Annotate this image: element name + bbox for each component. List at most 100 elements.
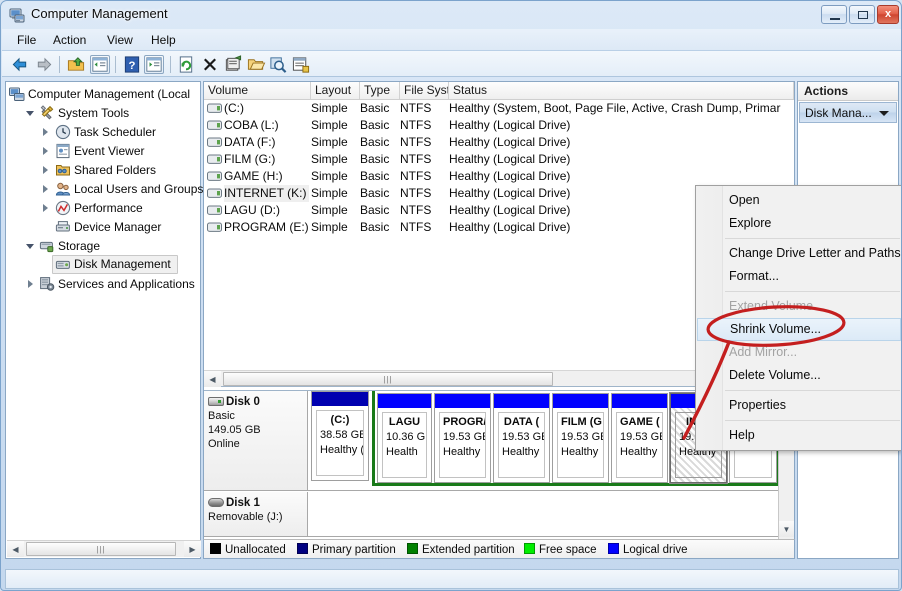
tree-node-task-scheduler[interactable]: Task Scheduler bbox=[9, 123, 197, 141]
tree-node-event-viewer[interactable]: Event Viewer bbox=[9, 142, 197, 160]
export-list-icon[interactable] bbox=[291, 55, 311, 74]
tree-node-shared-folders[interactable]: Shared Folders bbox=[9, 161, 197, 179]
tree-node-computer-management[interactable]: Computer Management (Local bbox=[9, 85, 197, 103]
scroll-down-arrow[interactable]: ▼ bbox=[779, 521, 794, 537]
table-row[interactable]: (C:) Simple Basic NTFS Healthy (System, … bbox=[204, 100, 794, 117]
partition-lagu[interactable]: LAGU 10.36 G Health bbox=[377, 393, 432, 483]
context-menu-item-help[interactable]: Help bbox=[696, 424, 901, 447]
column-header-volume[interactable]: Volume bbox=[204, 82, 311, 99]
partition-data[interactable]: DATA ( 19.53 GE Healthy bbox=[493, 393, 550, 483]
open-folder-icon[interactable] bbox=[246, 55, 266, 74]
legend-unallocated: Unallocated bbox=[210, 543, 286, 557]
context-menu-item-add-mirror: Add Mirror... bbox=[729, 345, 798, 359]
tree-node-system-tools[interactable]: System Tools bbox=[9, 104, 197, 122]
partition-label: LAGU bbox=[388, 416, 421, 428]
menu-action[interactable]: Action bbox=[46, 32, 93, 49]
scrollbar-thumb[interactable]: ||| bbox=[26, 542, 176, 556]
context-menu-item-delete-volume[interactable]: Delete Volume... bbox=[696, 364, 901, 387]
disk-type: Removable (J:) bbox=[208, 511, 283, 523]
cell-layout: Simple bbox=[311, 220, 348, 234]
cell-status: Healthy (Logical Drive) bbox=[449, 152, 571, 166]
context-menu-separator bbox=[725, 390, 900, 391]
disk-state: Online bbox=[208, 438, 240, 450]
table-row[interactable]: GAME (H:) Simple Basic NTFS Healthy (Log… bbox=[204, 168, 794, 185]
partition-body: GAME ( 19.53 GE Healthy bbox=[616, 412, 663, 478]
tree-node-label: System Tools bbox=[58, 106, 130, 120]
cell-layout: Simple bbox=[311, 135, 348, 149]
column-header-file-system[interactable]: File System bbox=[400, 82, 449, 99]
column-header-layout[interactable]: Layout bbox=[311, 82, 360, 99]
disk-row-0[interactable]: Disk 0 Basic 149.05 GB Online (C:) 38.58 bbox=[204, 391, 780, 491]
column-header-type[interactable]: Type bbox=[360, 82, 400, 99]
menu-help[interactable]: Help bbox=[144, 32, 183, 49]
partition-status: Healthy bbox=[502, 446, 540, 458]
scrollbar-thumb[interactable]: ||| bbox=[223, 372, 553, 386]
show-hide-action-pane-icon[interactable] bbox=[144, 55, 164, 74]
partition-film[interactable]: FILM (G 19.53 GE Healthy bbox=[552, 393, 609, 483]
cell-status: Healthy (Logical Drive) bbox=[449, 220, 571, 234]
chevron-down-icon[interactable] bbox=[26, 241, 36, 251]
tree-node-local-users-and-groups[interactable]: Local Users and Groups bbox=[9, 180, 203, 198]
scroll-left-arrow[interactable]: ◀ bbox=[204, 371, 221, 387]
cell-status: Healthy (Logical Drive) bbox=[449, 186, 571, 200]
cell-file-system: NTFS bbox=[400, 220, 432, 234]
cell-status: Healthy (System, Boot, Page File, Active… bbox=[449, 101, 781, 115]
up-folder-icon[interactable] bbox=[66, 55, 86, 74]
delete-icon[interactable] bbox=[200, 55, 220, 74]
computer-icon bbox=[9, 8, 25, 23]
tree-node-disk-management[interactable]: Disk Management bbox=[52, 255, 178, 274]
back-icon[interactable] bbox=[10, 55, 30, 74]
partition-program[interactable]: PROGR/ 19.53 GE Healthy bbox=[434, 393, 491, 483]
table-row[interactable]: FILM (G:) Simple Basic NTFS Healthy (Log… bbox=[204, 151, 794, 168]
maximize-button[interactable] bbox=[849, 5, 875, 24]
context-menu-item-explore[interactable]: Explore bbox=[696, 212, 901, 235]
partition-c[interactable]: (C:) 38.58 GB Healthy ( bbox=[311, 391, 369, 481]
chevron-right-icon[interactable] bbox=[41, 127, 51, 137]
actions-disk-management-dropdown[interactable]: Disk Mana... bbox=[799, 102, 897, 123]
partition-color-bar bbox=[553, 394, 608, 408]
menu-file[interactable]: File bbox=[10, 32, 43, 49]
scroll-left-arrow[interactable]: ◀ bbox=[7, 541, 24, 557]
show-hide-console-tree-icon[interactable] bbox=[90, 55, 110, 74]
chevron-down-icon[interactable] bbox=[26, 108, 36, 118]
chevron-right-icon[interactable] bbox=[41, 203, 51, 213]
close-button[interactable]: x bbox=[877, 5, 899, 24]
context-menu-item-properties[interactable]: Properties bbox=[696, 394, 901, 417]
legend-label: Primary partition bbox=[312, 544, 396, 556]
disk-row-1[interactable]: Disk 1 Removable (J:) bbox=[204, 492, 778, 537]
context-menu-item-open[interactable]: Open bbox=[696, 189, 901, 212]
chevron-right-icon[interactable] bbox=[41, 165, 51, 175]
search-icon[interactable] bbox=[268, 55, 288, 74]
refresh-icon[interactable] bbox=[176, 55, 196, 74]
cell-type: Basic bbox=[360, 203, 390, 217]
context-menu-item-format[interactable]: Format... bbox=[696, 265, 901, 288]
tree-node-device-manager[interactable]: Device Manager bbox=[9, 218, 197, 236]
partition-label: (C:) bbox=[330, 414, 350, 426]
tree-node-performance[interactable]: Performance bbox=[9, 199, 197, 217]
partition-color-bar bbox=[435, 394, 490, 408]
chevron-right-icon[interactable] bbox=[41, 146, 51, 156]
chevron-right-icon[interactable] bbox=[26, 279, 36, 289]
cell-volume: (C:) bbox=[224, 101, 244, 115]
context-menu: Open Explore Change Drive Letter and Pat… bbox=[695, 185, 901, 451]
cell-volume: FILM (G:) bbox=[224, 152, 276, 166]
tree-horizontal-scrollbar[interactable]: ◀ ||| ▶ bbox=[7, 540, 201, 557]
scroll-right-arrow[interactable]: ▶ bbox=[184, 541, 201, 557]
table-row[interactable]: COBA (L:) Simple Basic NTFS Healthy (Log… bbox=[204, 117, 794, 134]
partition-game[interactable]: GAME ( 19.53 GE Healthy bbox=[611, 393, 668, 483]
context-menu-item-change-drive-letter-and-paths[interactable]: Change Drive Letter and Paths... bbox=[696, 242, 901, 265]
help-icon[interactable]: ? bbox=[122, 55, 142, 74]
properties-icon[interactable] bbox=[223, 55, 243, 74]
tree-node-storage[interactable]: Storage bbox=[9, 237, 197, 255]
tree-node-services-and-applications[interactable]: Services and Applications bbox=[9, 275, 197, 293]
column-header-status[interactable]: Status bbox=[449, 82, 794, 99]
cell-type: Basic bbox=[360, 118, 390, 132]
table-row[interactable]: DATA (F:) Simple Basic NTFS Healthy (Log… bbox=[204, 134, 794, 151]
legend-label: Logical drive bbox=[623, 544, 688, 556]
forward-icon[interactable] bbox=[34, 55, 54, 74]
context-menu-item-shrink-volume[interactable]: Shrink Volume... bbox=[697, 318, 901, 341]
chevron-right-icon[interactable] bbox=[41, 184, 51, 194]
minimize-button[interactable] bbox=[821, 5, 847, 24]
context-menu-separator bbox=[725, 238, 900, 239]
menu-view[interactable]: View bbox=[100, 32, 140, 49]
